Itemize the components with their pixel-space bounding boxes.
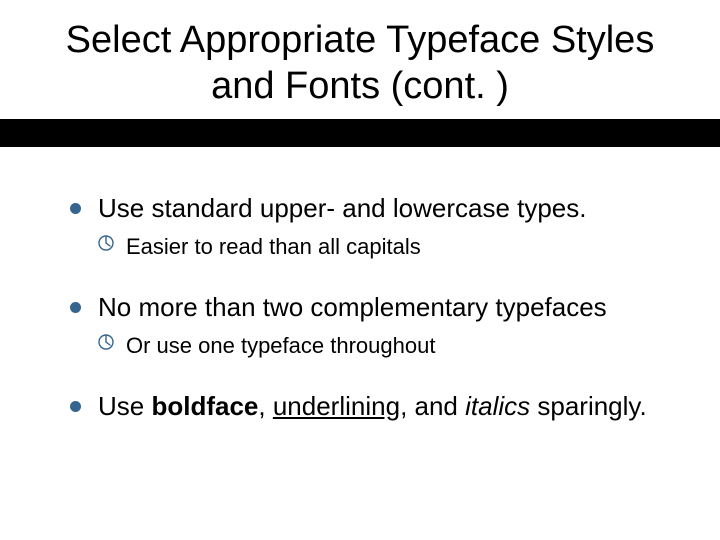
bullet-3-prefix: Use	[98, 391, 151, 421]
bullet-2: No more than two complementary typefaces	[70, 290, 670, 325]
bullet-3: Use boldface, underlining, and italics s…	[70, 389, 670, 424]
bullet-3-suffix: sparingly.	[530, 391, 647, 421]
bullet-3-underline: underlining	[273, 391, 400, 421]
content-area: Use standard upper- and lowercase types.…	[0, 147, 720, 424]
bullet-3-comma2: , and	[400, 391, 465, 421]
bullet-1: Use standard upper- and lowercase types.	[70, 191, 670, 226]
slide: Select Appropriate Typeface Styles and F…	[0, 0, 720, 540]
bullet-3-comma1: ,	[258, 391, 272, 421]
bullet-3-bold: boldface	[151, 391, 258, 421]
slide-title: Select Appropriate Typeface Styles and F…	[0, 0, 720, 119]
bullet-2-sub: Or use one typeface throughout	[98, 331, 670, 361]
bullet-1-sub: Easier to read than all capitals	[98, 232, 670, 262]
title-bar	[0, 119, 720, 147]
bullet-3-italic: italics	[465, 391, 530, 421]
